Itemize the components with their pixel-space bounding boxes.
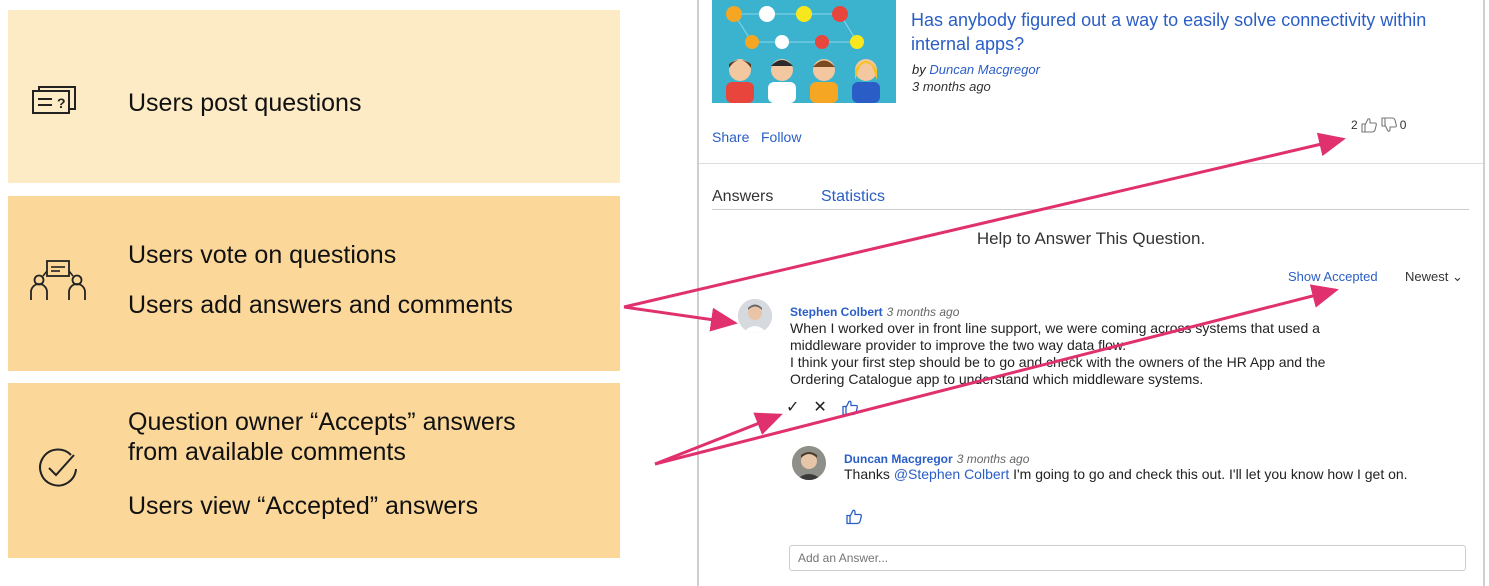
section-divider bbox=[699, 163, 1483, 164]
comment-actions: ✓ ✕ bbox=[786, 397, 859, 417]
sort-dropdown[interactable]: Newest ⌄ bbox=[1405, 269, 1463, 285]
comment-timestamp: 3 months ago bbox=[956, 452, 1030, 466]
author-name[interactable]: Stephen Colbert bbox=[790, 305, 883, 319]
comment-timestamp: 3 months ago bbox=[886, 305, 960, 319]
feature-post-questions: ? Users post questions bbox=[8, 10, 620, 183]
thumbs-down-icon[interactable] bbox=[1380, 117, 1398, 133]
follow-link[interactable]: Follow bbox=[761, 129, 801, 145]
question-detail-screen: Has anybody figured out a way to easily … bbox=[697, 0, 1485, 586]
comment-body: Thanks @Stephen Colbert I'm going to go … bbox=[844, 466, 1424, 483]
check-circle-icon bbox=[39, 448, 77, 487]
question-thumbnail bbox=[712, 0, 896, 103]
accept-answer-button[interactable]: ✓ bbox=[786, 397, 799, 417]
upvote-count: 2 bbox=[1351, 118, 1358, 132]
question-author-link[interactable]: Duncan Macgregor bbox=[929, 62, 1040, 77]
feature-text: from available comments bbox=[128, 438, 406, 466]
users-discussion-icon bbox=[30, 260, 86, 300]
downvote-count: 0 bbox=[1399, 118, 1407, 132]
feature-text: Users add answers and comments bbox=[128, 291, 513, 319]
comment-body: When I worked over in front line support… bbox=[790, 320, 1410, 388]
chevron-down-icon: ⌄ bbox=[1451, 269, 1463, 284]
tabs-divider bbox=[712, 209, 1469, 210]
help-heading: Help to Answer This Question. bbox=[976, 229, 1206, 248]
add-answer-input[interactable] bbox=[789, 545, 1466, 571]
question-byline: by Duncan Macgregor bbox=[912, 62, 1040, 77]
feature-text: Question owner “Accepts” answers bbox=[128, 408, 516, 436]
svg-text:?: ? bbox=[57, 95, 66, 111]
sort-label: Newest bbox=[1405, 269, 1449, 284]
comment-author[interactable]: Duncan Macgregor 3 months ago bbox=[844, 452, 1029, 466]
like-icon[interactable] bbox=[841, 399, 859, 416]
show-accepted-link[interactable]: Show Accepted bbox=[1288, 269, 1378, 284]
vote-controls: 2 0 bbox=[1351, 117, 1406, 133]
comment-author[interactable]: Stephen Colbert 3 months ago bbox=[790, 305, 959, 319]
byline-prefix: by bbox=[912, 62, 930, 77]
author-name[interactable]: Duncan Macgregor bbox=[844, 452, 953, 466]
comment-text: Thanks bbox=[844, 466, 894, 482]
feature-text: Users vote on questions bbox=[128, 241, 397, 269]
comment-line: middleware provider to improve the two w… bbox=[790, 337, 1127, 353]
question-title[interactable]: Has anybody figured out a way to easily … bbox=[911, 8, 1471, 56]
comment-line: Ordering Catalogue app to understand whi… bbox=[790, 371, 1204, 387]
question-cards-icon: ? bbox=[32, 86, 76, 114]
tab-statistics[interactable]: Statistics bbox=[821, 188, 885, 206]
feature-text: Users view “Accepted” answers bbox=[128, 492, 479, 520]
avatar bbox=[792, 446, 826, 480]
comment-text: I'm going to go and check this out. I'll… bbox=[1009, 466, 1408, 482]
mention-link[interactable]: @Stephen Colbert bbox=[894, 466, 1009, 482]
comment-line: When I worked over in front line support… bbox=[790, 320, 1320, 336]
comment-line: I think your first step should be to go … bbox=[790, 354, 1326, 370]
avatar bbox=[738, 299, 772, 333]
share-link[interactable]: Share bbox=[712, 129, 749, 145]
feature-vote-answer: Users vote on questions Users add answer… bbox=[8, 196, 620, 371]
feature-accept-answers: Question owner “Accepts” answers from av… bbox=[8, 383, 620, 558]
like-icon[interactable] bbox=[845, 508, 863, 525]
tab-answers[interactable]: Answers bbox=[712, 188, 773, 206]
feature-text: Users post questions bbox=[128, 89, 362, 117]
thumbs-up-icon[interactable] bbox=[1360, 117, 1378, 133]
reject-answer-button[interactable]: ✕ bbox=[813, 397, 826, 417]
question-timestamp: 3 months ago bbox=[912, 79, 991, 94]
